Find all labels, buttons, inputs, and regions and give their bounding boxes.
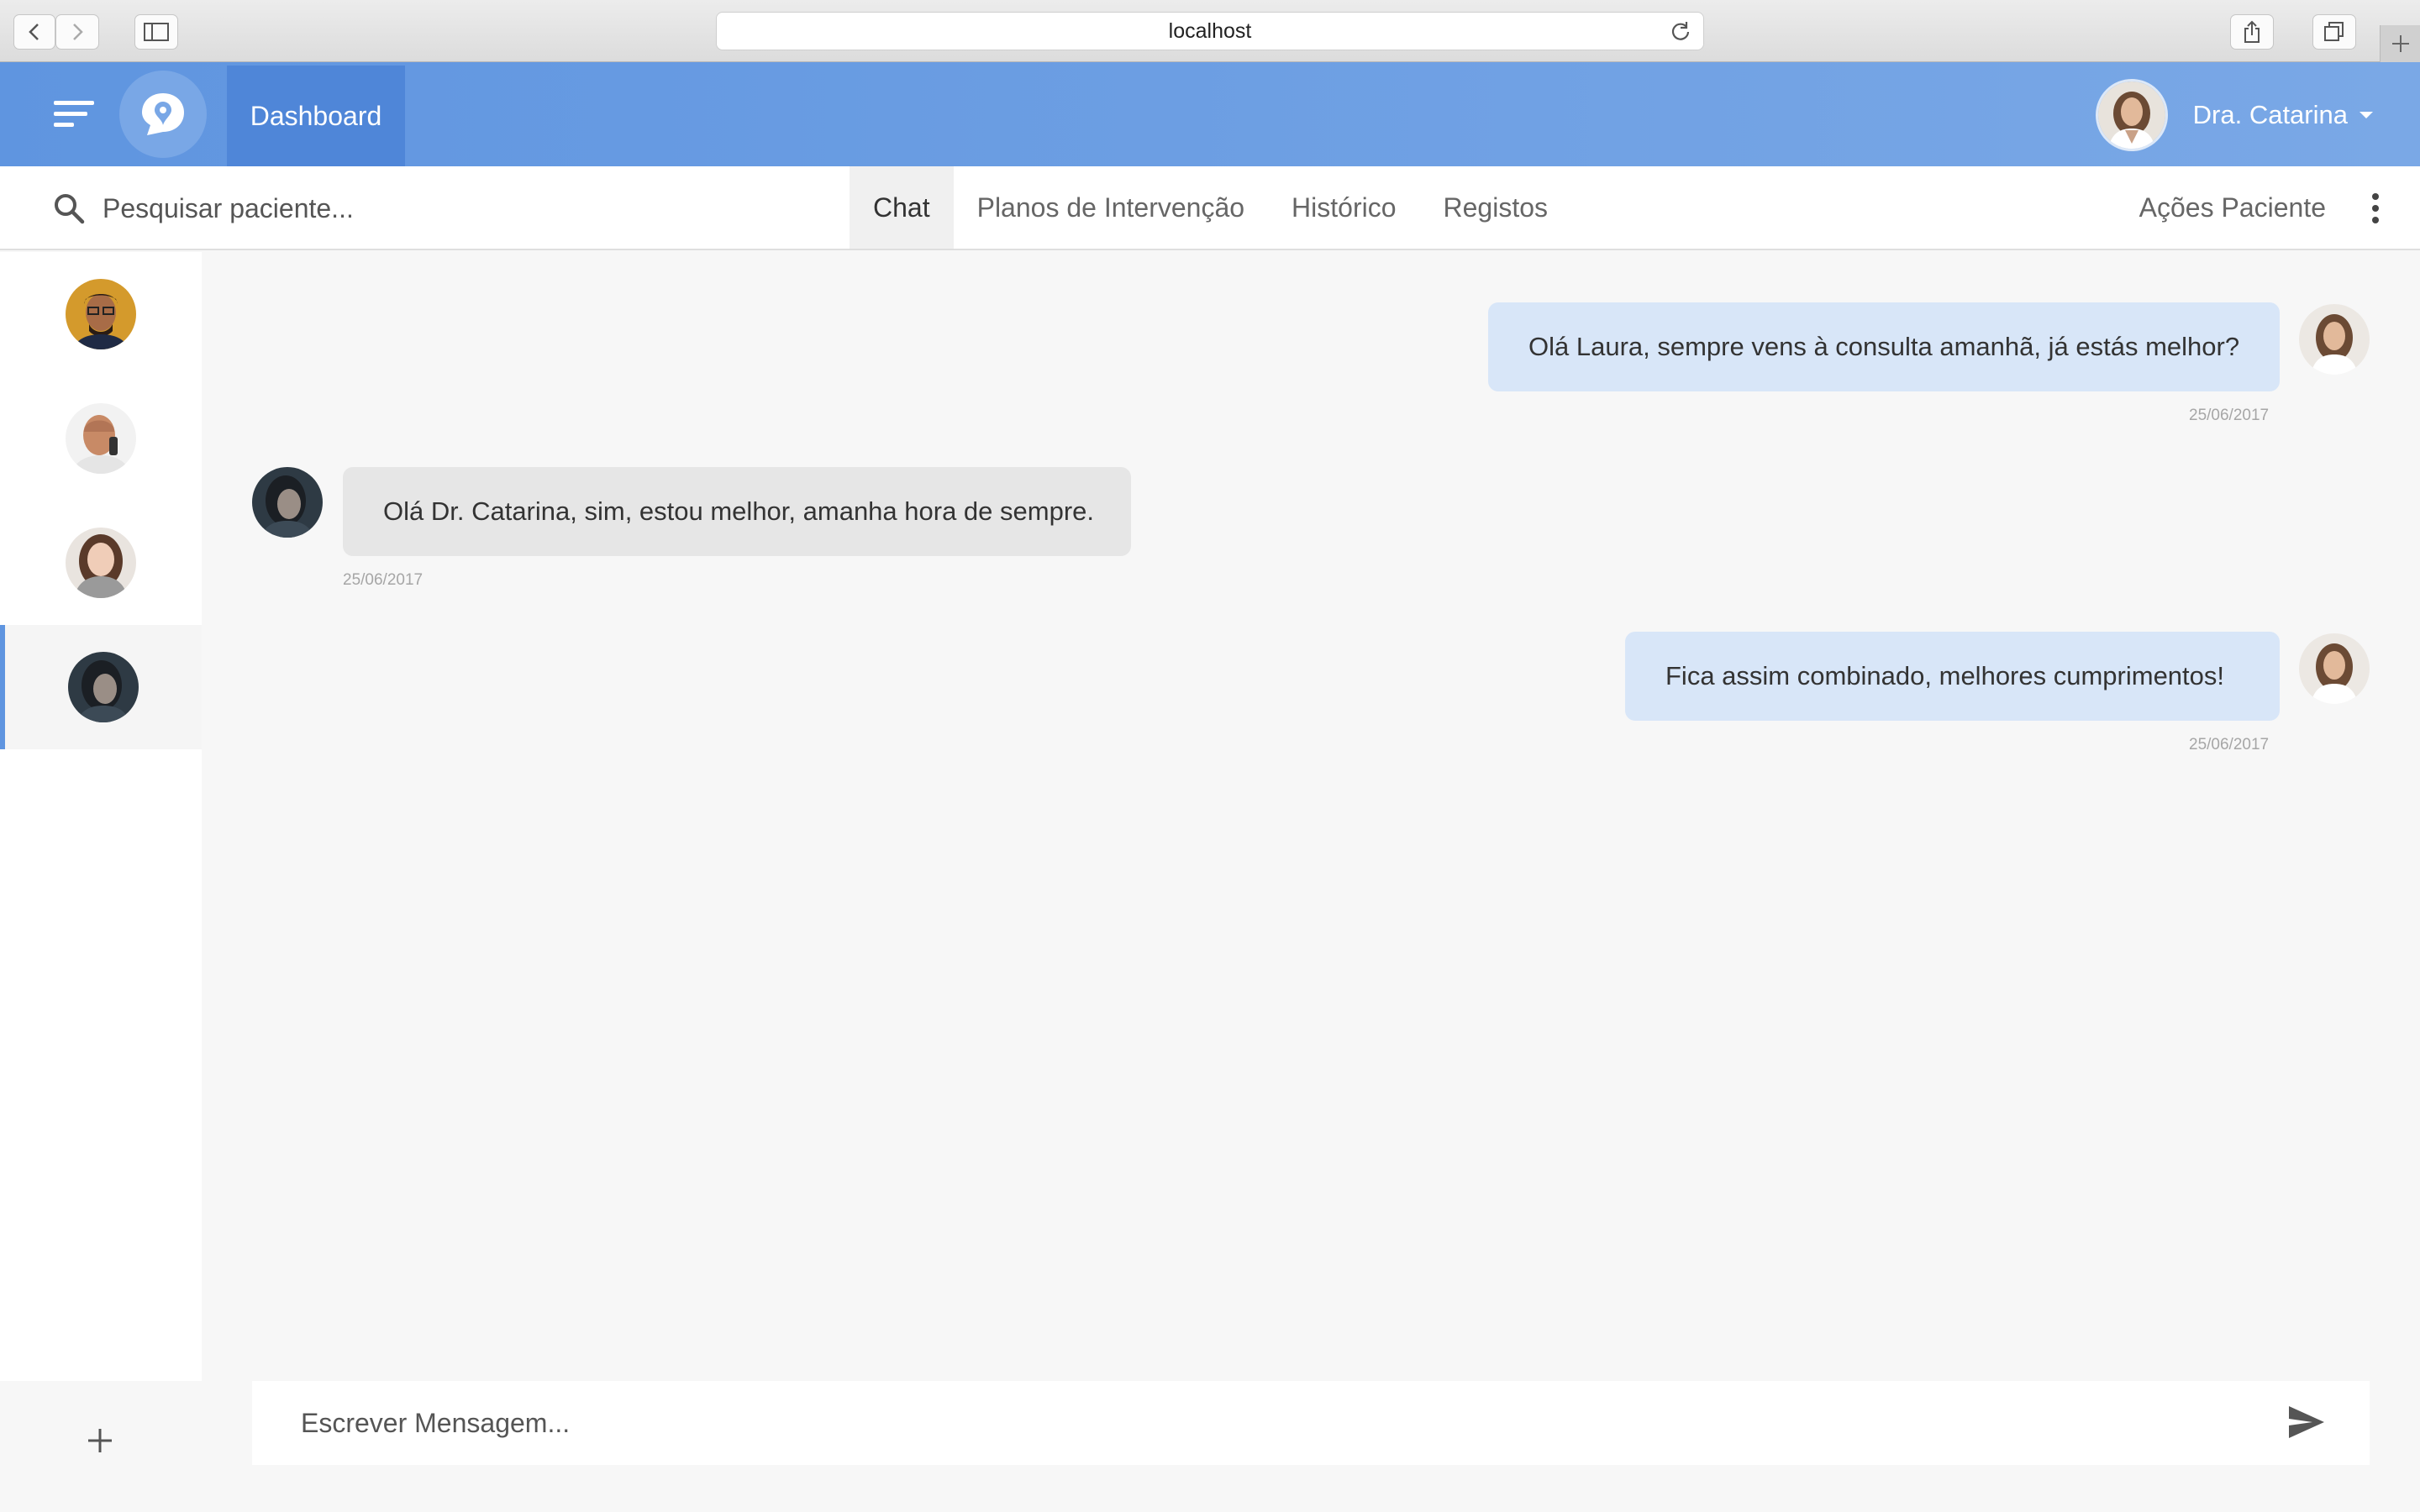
patient-avatar bbox=[252, 467, 323, 538]
patient-actions-button[interactable]: Ações Paciente bbox=[2139, 166, 2326, 249]
dashboard-link[interactable]: Dashboard bbox=[227, 66, 405, 166]
plus-icon bbox=[2391, 35, 2409, 52]
url-text: localhost bbox=[1168, 18, 1252, 43]
woman-dark-avatar bbox=[68, 652, 139, 722]
caret-down-icon bbox=[2360, 112, 2373, 118]
logo-icon bbox=[142, 93, 184, 135]
tab-planos-intervencao[interactable]: Planos de Intervenção bbox=[954, 166, 1268, 249]
chat-panel: Olá Laura, sempre vens à consulta amanhã… bbox=[202, 252, 2420, 1378]
patient-toolbar: Chat Planos de Intervenção Histórico Reg… bbox=[0, 166, 2420, 250]
message-date: 25/06/2017 bbox=[343, 571, 424, 589]
more-vert-icon[interactable] bbox=[2370, 193, 2381, 223]
chevron-right-icon bbox=[73, 24, 83, 40]
send-icon[interactable] bbox=[2287, 1404, 2326, 1440]
message-date: 25/06/2017 bbox=[2189, 736, 2270, 753]
app-logo[interactable] bbox=[119, 71, 207, 158]
user-menu[interactable]: Dra. Catarina bbox=[2095, 79, 2373, 151]
user-name: Dra. Catarina bbox=[2192, 100, 2348, 129]
reload-icon[interactable] bbox=[1670, 20, 1691, 42]
message-bubble-outgoing: Olá Laura, sempre vens à consulta amanhã… bbox=[1488, 302, 2280, 391]
tab-historico[interactable]: Histórico bbox=[1268, 166, 1419, 249]
patient-item-active[interactable] bbox=[0, 625, 202, 749]
tabs-icon bbox=[2324, 22, 2344, 41]
url-bar[interactable]: localhost bbox=[716, 12, 1704, 50]
patient-search-input[interactable] bbox=[103, 185, 825, 232]
back-button[interactable] bbox=[13, 14, 55, 50]
tabs-overview-button[interactable] bbox=[2312, 14, 2356, 50]
chevron-left-icon bbox=[29, 24, 39, 40]
woman-scarf-avatar bbox=[66, 528, 136, 598]
patient-tabs: Chat Planos de Intervenção Histórico Reg… bbox=[850, 166, 1571, 249]
add-patient-button[interactable] bbox=[71, 1411, 129, 1470]
plus-icon bbox=[88, 1429, 112, 1452]
share-button[interactable] bbox=[2230, 14, 2274, 50]
doctor-avatar bbox=[2299, 304, 2370, 375]
browser-chrome: localhost bbox=[0, 0, 2420, 62]
doctor-avatar bbox=[2299, 633, 2370, 704]
sidebar-icon bbox=[144, 23, 169, 41]
search-icon bbox=[55, 194, 85, 224]
share-icon bbox=[2244, 20, 2260, 43]
user-avatar bbox=[2095, 79, 2168, 151]
message-date: 25/06/2017 bbox=[2189, 407, 2270, 424]
patient-item[interactable] bbox=[0, 252, 202, 376]
tab-registos[interactable]: Registos bbox=[1420, 166, 1572, 249]
message-input[interactable] bbox=[301, 1399, 2233, 1446]
forward-button[interactable] bbox=[55, 14, 99, 50]
message-bubble-incoming: Olá Dr. Catarina, sim, estou melhor, ama… bbox=[343, 467, 1131, 556]
sidebar-toggle-button[interactable] bbox=[134, 14, 178, 50]
patient-list bbox=[0, 252, 202, 1381]
new-tab-button[interactable] bbox=[2380, 25, 2420, 62]
message-bubble-outgoing: Fica assim combinado, melhores cumprimen… bbox=[1625, 632, 2280, 721]
app-header: Dashboard Dra. Catarina bbox=[0, 62, 2420, 166]
patient-item[interactable] bbox=[0, 501, 202, 625]
menu-button[interactable] bbox=[47, 97, 97, 131]
patient-item[interactable] bbox=[0, 376, 202, 501]
man-glasses-avatar bbox=[66, 279, 136, 349]
message-composer bbox=[252, 1381, 2370, 1465]
man-phone-avatar bbox=[66, 403, 136, 474]
tab-chat[interactable]: Chat bbox=[850, 166, 954, 249]
